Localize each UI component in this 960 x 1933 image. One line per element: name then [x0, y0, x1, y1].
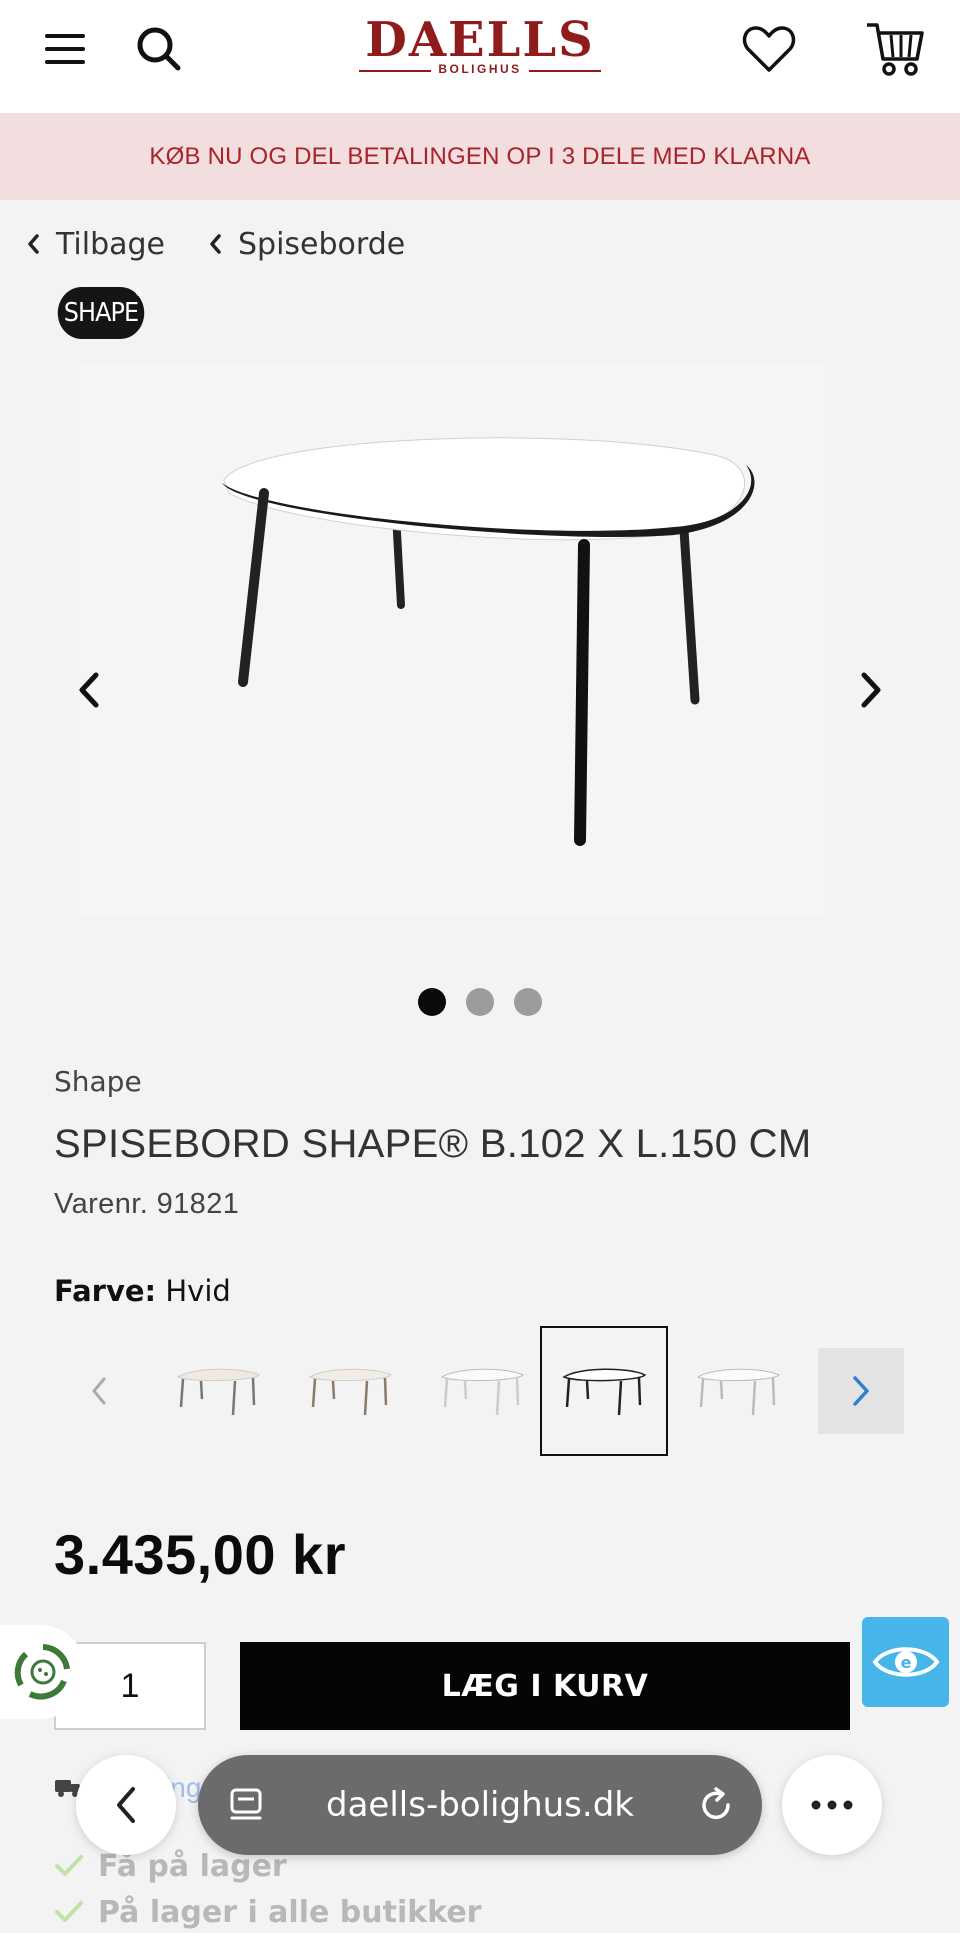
brand-logo-shape[interactable]: SHAPE ® [57, 287, 145, 339]
stock-line: På lager i alle butikker [54, 1892, 481, 1932]
check-icon [54, 1854, 84, 1878]
reload-icon[interactable] [696, 1785, 736, 1825]
gallery-pagination [0, 988, 960, 1016]
gallery-prev-button[interactable] [64, 660, 114, 720]
more-icon [811, 1800, 853, 1810]
cart-icon[interactable] [860, 14, 930, 84]
heart-icon[interactable] [734, 14, 804, 84]
pagination-dot[interactable] [514, 988, 542, 1016]
breadcrumb-category[interactable]: Spiseborde [208, 222, 405, 266]
menu-icon[interactable] [30, 14, 100, 84]
klarna-banner[interactable]: KØB NU OG DEL BETALINGEN OP I 3 DELE MED… [0, 113, 960, 200]
swatch-next-button[interactable] [818, 1348, 904, 1434]
pagination-dot[interactable] [466, 988, 494, 1016]
eye-icon: e [872, 1647, 939, 1677]
swatch-prev-button[interactable] [74, 1326, 124, 1456]
browser-url: daells-bolighus.dk [326, 1785, 634, 1825]
svg-text:e: e [900, 1653, 911, 1672]
variant-swatch[interactable] [418, 1326, 546, 1456]
product-brand[interactable]: Shape [54, 1065, 142, 1098]
search-icon[interactable] [124, 14, 194, 84]
variant-swatch[interactable] [674, 1326, 802, 1456]
back-link-label: Tilbage [56, 226, 165, 262]
chevron-left-icon [117, 1787, 135, 1823]
variant-swatch[interactable] [286, 1326, 414, 1456]
site-header: DAELLS BOLIGHUS [0, 0, 960, 113]
logo-wordmark: DAELLS [365, 12, 595, 68]
product-sku: Varenr. 91821 [54, 1188, 240, 1220]
site-logo[interactable]: DAELLS BOLIGHUS [355, 16, 605, 80]
chevron-left-icon [92, 1377, 106, 1405]
back-link[interactable]: Tilbage [26, 222, 165, 266]
product-title: SPISEBORD SHAPE® B.102 X L.150 CM [54, 1122, 812, 1166]
recycle-badge[interactable] [0, 1625, 86, 1719]
chevron-right-icon [853, 1376, 869, 1406]
product-image[interactable] [74, 365, 824, 915]
logo-subtitle: BOLIGHUS [438, 62, 522, 76]
table-illustration [222, 437, 755, 846]
variant-swatch-selected[interactable] [540, 1326, 668, 1456]
browser-address-bar[interactable]: daells-bolighus.dk [198, 1755, 762, 1855]
gallery-next-button[interactable] [846, 660, 896, 720]
color-value: Hvid [165, 1274, 231, 1308]
browser-back-button[interactable] [76, 1755, 176, 1855]
banner-text: KØB NU OG DEL BETALINGEN OP I 3 DELE MED… [149, 142, 811, 170]
chevron-left-icon [208, 233, 222, 255]
chevron-left-icon [26, 233, 40, 255]
color-label: Farve: [54, 1274, 157, 1308]
accessibility-button[interactable]: e [862, 1617, 949, 1707]
recycle-icon [14, 1644, 70, 1700]
variant-swatches [74, 1326, 904, 1456]
chevron-left-icon [79, 672, 99, 708]
pagination-dot[interactable] [418, 988, 446, 1016]
product-price: 3.435,00 kr [54, 1523, 346, 1586]
breadcrumb-category-label: Spiseborde [238, 226, 406, 262]
check-icon [54, 1900, 84, 1924]
color-selection: Farve: Hvid [54, 1274, 231, 1308]
add-to-cart-button[interactable]: LÆG I KURV [240, 1642, 850, 1730]
browser-more-button[interactable] [782, 1755, 882, 1855]
chevron-right-icon [861, 672, 881, 708]
tabs-icon[interactable] [228, 1785, 268, 1825]
variant-swatch[interactable] [154, 1326, 282, 1456]
